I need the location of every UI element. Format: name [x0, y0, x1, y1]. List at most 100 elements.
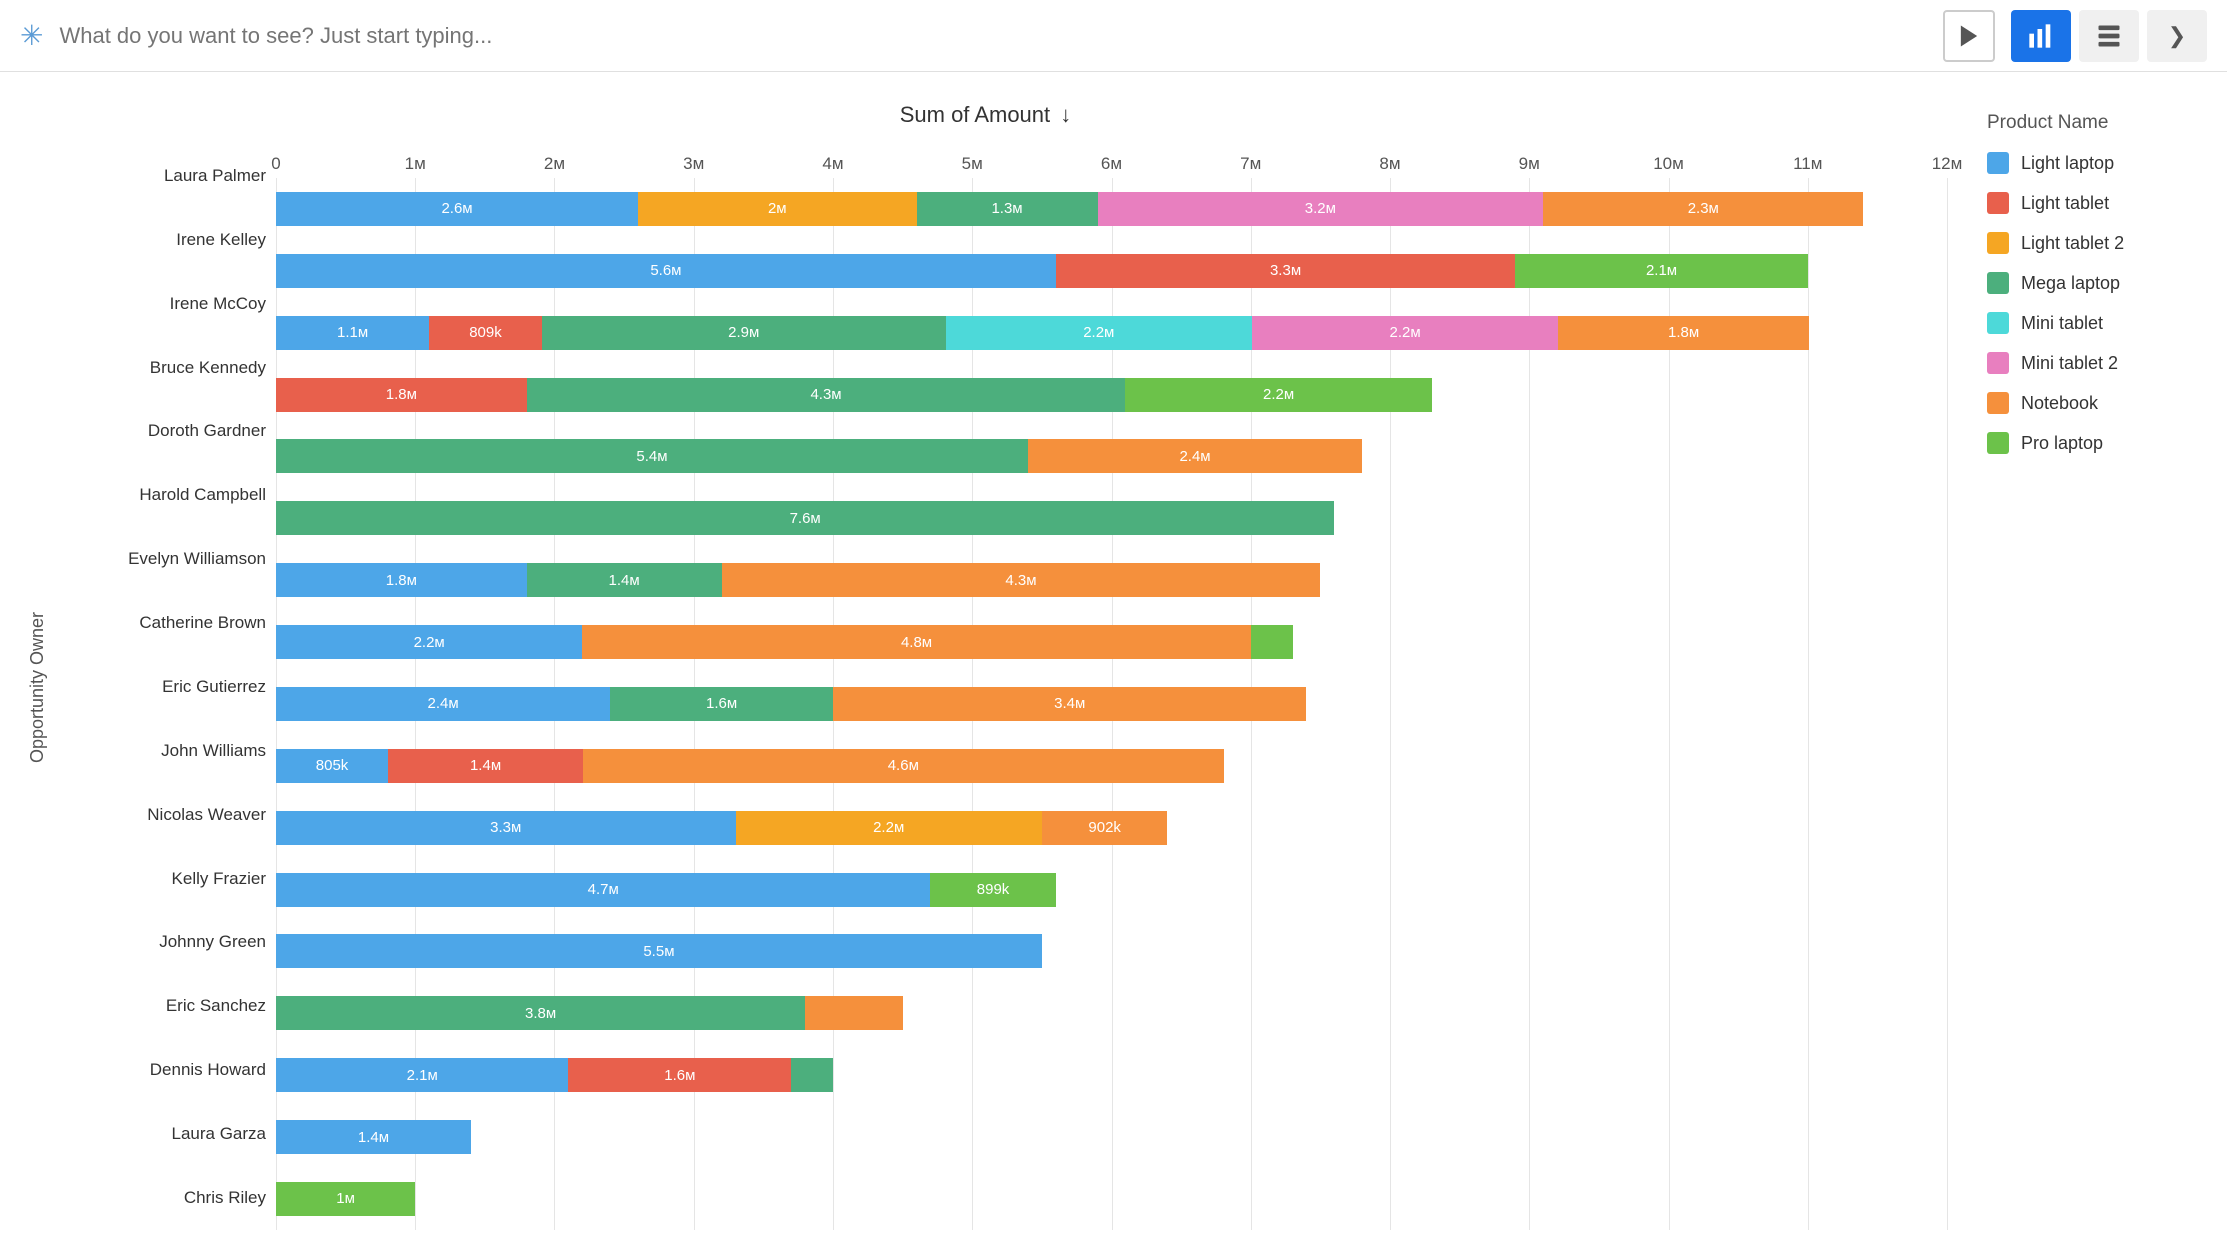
- bar-segment: 1.6м: [568, 1058, 791, 1092]
- legend-label: Mega laptop: [2021, 273, 2120, 294]
- legend-label: Notebook: [2021, 393, 2098, 414]
- row-names: Laura PalmerIrene KelleyIrene McCoyBruce…: [56, 144, 276, 1230]
- star-icon: ✳: [20, 19, 43, 52]
- bar-segments: 5.5м: [276, 934, 1947, 968]
- bar-row: 1.8м4.3м2.2м: [276, 375, 1947, 415]
- legend-label: Pro laptop: [2021, 433, 2103, 454]
- legend-label: Light tablet 2: [2021, 233, 2124, 254]
- bar-row: 5.5м: [276, 931, 1947, 971]
- bar-segment: 2.2м: [736, 811, 1042, 845]
- legend-item: Mini tablet: [1987, 312, 2207, 334]
- row-name: Eric Sanchez: [56, 986, 266, 1026]
- x-tick: 5м: [962, 154, 983, 174]
- bar-segments: 7.6м: [276, 501, 1947, 535]
- chart-view-button[interactable]: [2011, 10, 2071, 62]
- row-name: Chris Riley: [56, 1178, 266, 1218]
- bar-segment: 2.4м: [276, 687, 610, 721]
- row-name: Nicolas Weaver: [56, 795, 266, 835]
- bar-segment: [1251, 625, 1293, 659]
- x-tick: 11м: [1793, 154, 1822, 174]
- terminal-button[interactable]: ❯: [2147, 10, 2207, 62]
- legend-label: Mini tablet 2: [2021, 353, 2118, 374]
- row-name: Eric Gutierrez: [56, 667, 266, 707]
- legend-item: Light laptop: [1987, 152, 2207, 174]
- x-tick: 7м: [1240, 154, 1261, 174]
- bar-segment: 4.3м: [527, 378, 1126, 412]
- bar-segment: 2.1м: [276, 1058, 568, 1092]
- bar-segment: 3.3м: [1056, 254, 1516, 288]
- legend-color-swatch: [1987, 392, 2009, 414]
- search-input[interactable]: [59, 23, 1927, 49]
- legend-item: Mega laptop: [1987, 272, 2207, 294]
- view-toggle-group: ❯: [2011, 10, 2207, 62]
- chart-title: Sum of Amount ↓: [20, 102, 1947, 128]
- bar-segment: 902k: [1042, 811, 1168, 845]
- x-tick: 8м: [1379, 154, 1400, 174]
- bar-segment: 1.4м: [276, 1120, 471, 1154]
- bar-segment: [791, 1058, 833, 1092]
- legend-color-swatch: [1987, 232, 2009, 254]
- row-name: Harold Campbell: [56, 475, 266, 515]
- row-name: Irene McCoy: [56, 284, 266, 324]
- x-tick: 2м: [544, 154, 565, 174]
- bar-row: 1.1м809k2.9м2.2м2.2м1.8м: [276, 313, 1947, 353]
- header: ✳ ❯: [0, 0, 2227, 72]
- bar-segment: 2.3м: [1543, 192, 1863, 226]
- bar-segments: 1.8м4.3м2.2м: [276, 378, 1947, 412]
- row-name: Bruce Kennedy: [56, 348, 266, 388]
- legend-item: Light tablet 2: [1987, 232, 2207, 254]
- bar-segment: 2.4м: [1028, 439, 1362, 473]
- bar-segment: 2м: [638, 192, 916, 226]
- bar-segments: 4.7м899k: [276, 873, 1947, 907]
- x-tick: 12м: [1932, 154, 1963, 174]
- row-name: Kelly Frazier: [56, 859, 266, 899]
- row-name: Irene Kelley: [56, 220, 266, 260]
- bar-segments: 1.8м1.4м4.3м: [276, 563, 1947, 597]
- bar-row: 1.8м1.4м4.3м: [276, 560, 1947, 600]
- bar-segment: 7.6м: [276, 501, 1334, 535]
- bar-row: 5.4м2.4м: [276, 436, 1947, 476]
- legend-item: Pro laptop: [1987, 432, 2207, 454]
- bar-segments: 1.4м: [276, 1120, 1947, 1154]
- bar-segments: 1м: [276, 1182, 1947, 1216]
- row-name: Laura Garza: [56, 1114, 266, 1154]
- play-button[interactable]: [1943, 10, 1995, 62]
- bar-row: 2.4м1.6м3.4м: [276, 684, 1947, 724]
- bar-segments: 2.6м2м1.3м3.2м2.3м: [276, 192, 1947, 226]
- bar-segment: 5.6м: [276, 254, 1056, 288]
- x-tick: 0: [271, 154, 280, 174]
- table-view-button[interactable]: [2079, 10, 2139, 62]
- bar-segment: 899k: [930, 873, 1055, 907]
- x-tick: 10м: [1653, 154, 1684, 174]
- row-name: John Williams: [56, 731, 266, 771]
- x-tick: 1м: [405, 154, 426, 174]
- y-axis-label-container: Opportunity Owner: [20, 144, 56, 1230]
- row-name: Doroth Gardner: [56, 411, 266, 451]
- bar-segment: 1.8м: [276, 378, 527, 412]
- legend-label: Light laptop: [2021, 153, 2114, 174]
- y-axis-label: Opportunity Owner: [28, 611, 49, 762]
- chart-area: Sum of Amount ↓ Opportunity Owner Laura …: [20, 102, 1947, 1230]
- legend: Product Name Light laptopLight tabletLig…: [1947, 102, 2207, 1230]
- bar-segment: 805k: [276, 749, 388, 783]
- bar-segment: 2.2м: [1125, 378, 1431, 412]
- bars-container: 2.6м2м1.3м3.2м2.3м5.6м3.3м2.1м1.1м809k2.…: [276, 178, 1947, 1230]
- bar-segment: 3.8м: [276, 996, 805, 1030]
- bar-segment: 4.6м: [583, 749, 1224, 783]
- bar-row: 2.1м1.6м: [276, 1055, 1947, 1095]
- bar-row: 4.7м899k: [276, 870, 1947, 910]
- bar-segment: 2.9м: [542, 316, 946, 350]
- bar-row: 1м: [276, 1179, 1947, 1219]
- chart-grid-area: 01м2м3м4м5м6м7м8м9м10м11м12м 2.6м2м1.3м3…: [276, 144, 1947, 1230]
- x-tick: 4м: [822, 154, 843, 174]
- bar-segment: 2.2м: [1252, 316, 1558, 350]
- bar-segment: [805, 996, 902, 1030]
- bar-segment: 4.3м: [722, 563, 1321, 597]
- bar-segment: 2.2м: [946, 316, 1252, 350]
- legend-items: Light laptopLight tabletLight tablet 2Me…: [1987, 152, 2207, 454]
- bar-row: 2.2м4.8м: [276, 622, 1947, 662]
- bar-row: 3.3м2.2м902k: [276, 808, 1947, 848]
- legend-color-swatch: [1987, 152, 2009, 174]
- x-axis-ticks: 01м2м3м4м5м6м7м8м9м10м11м12м: [276, 144, 1947, 174]
- x-tick: 6м: [1101, 154, 1122, 174]
